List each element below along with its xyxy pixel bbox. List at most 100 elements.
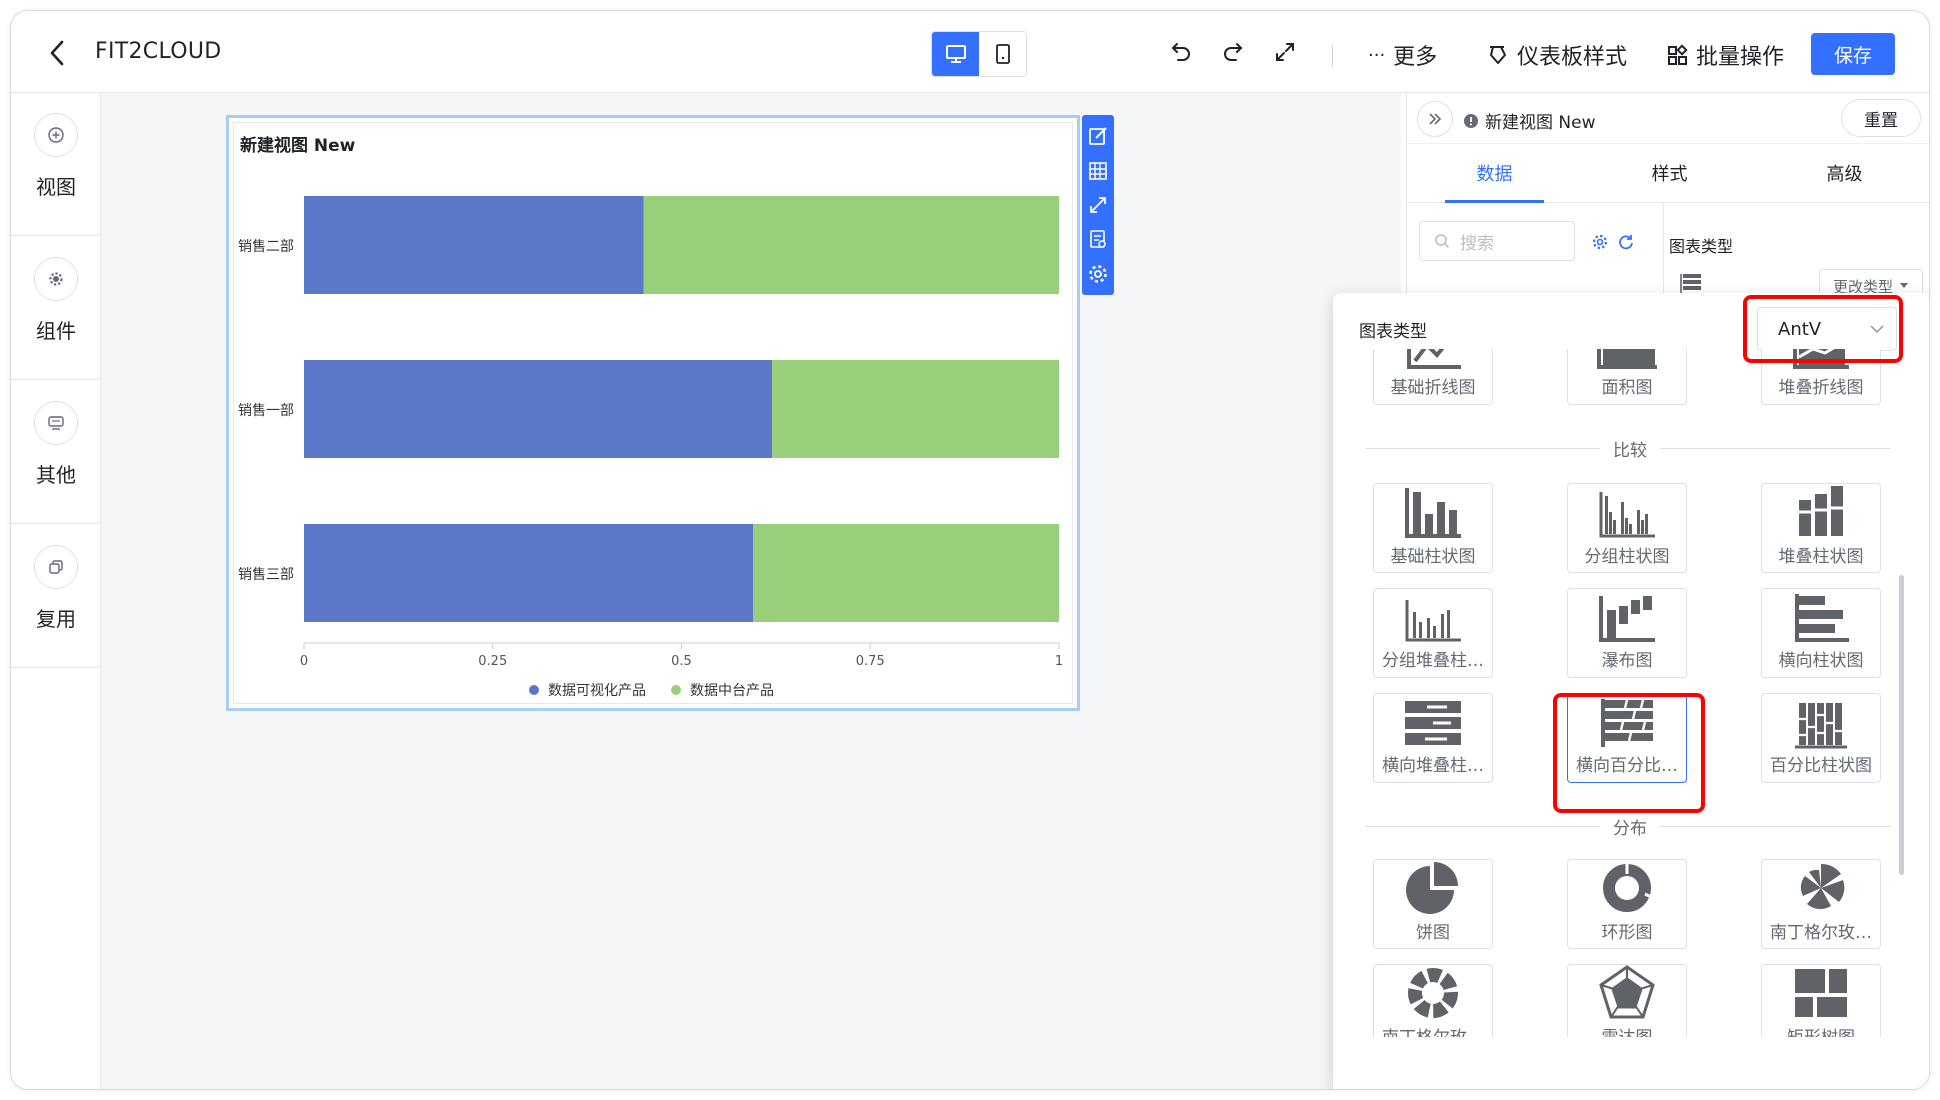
chart-type-label: 基础折线图 <box>1390 378 1476 398</box>
chart-type-treemap[interactable]: 矩形树图 <box>1761 964 1881 1037</box>
search-placeholder: 搜索 <box>1460 233 1494 254</box>
chart-type-label: 矩形树图 <box>1787 1023 1855 1037</box>
chart-type-label: 瀑布图 <box>1601 651 1653 671</box>
horizontal-stacked-bar-icon <box>1405 701 1461 745</box>
chart-type-label: 雷达图 <box>1602 1023 1653 1037</box>
rail-item-view[interactable]: 视图 <box>11 93 101 236</box>
undo-button[interactable] <box>1169 39 1193 63</box>
chart-type-donut[interactable]: 环形图 <box>1567 859 1687 949</box>
chevron-left-icon <box>50 40 64 66</box>
rail-item-reuse[interactable]: 复用 <box>11 525 101 668</box>
dashboard-style-button[interactable]: 仪表板样式 <box>1485 39 1627 71</box>
chart-type-waterfall[interactable]: 瀑布图 <box>1567 588 1687 678</box>
chart-type-grouped-bar[interactable]: 分组柱状图 <box>1567 483 1687 573</box>
chart-type-stacked-line[interactable]: 堆叠折线图 <box>1761 349 1881 405</box>
chart-type-radar[interactable]: 雷达图 <box>1567 964 1687 1037</box>
app-window: FIT2CLOUD ··· 更多 仪表板样式 批量操作 保存 视图 组件 其他 … <box>10 10 1930 1090</box>
expand-icon <box>1276 43 1294 61</box>
stacked-bar-icon <box>1799 486 1843 536</box>
x-tick-label: 0 <box>300 654 308 669</box>
more-button[interactable]: ··· 更多 <box>1368 39 1437 71</box>
x-tick-label: 0.75 <box>856 654 885 669</box>
percent-bar-chart: 销售二部销售一部销售三部 0 0.25 0.5 0.75 1 数据可视化产品 数据中台产品 <box>238 196 1063 699</box>
chart-type-label: 基础柱状图 <box>1390 547 1476 566</box>
chart-library-value: AntV <box>1778 318 1822 340</box>
stacked-line-icon <box>1793 349 1849 369</box>
chart-frame: 新建视图 New 销售二部 销售一部 销售三部 0 0.25 0.5 0.75 1 数据可视化产… <box>233 122 1073 704</box>
chart-type-rose[interactable]: 南丁格尔玫… <box>1761 859 1881 949</box>
field-search-input[interactable]: 搜索 <box>1419 221 1575 261</box>
x-tick-label: 0.25 <box>478 654 507 669</box>
rose-chart-icon <box>1800 863 1845 910</box>
popover-title: 图表类型 <box>1359 322 1427 342</box>
chart-type-pie[interactable]: 饼图 <box>1373 859 1493 949</box>
batch-ops-button[interactable]: 批量操作 <box>1666 39 1784 71</box>
rail-item-component[interactable]: 组件 <box>11 237 101 380</box>
back-button[interactable] <box>39 35 75 71</box>
chart-library-select[interactable]: AntV <box>1757 307 1897 351</box>
view-name-text: 新建视图 New <box>1485 113 1596 133</box>
save-button[interactable]: 保存 <box>1811 33 1895 75</box>
chart-type-popover: 图表类型 AntV 基础折线图 面积图 堆叠折线图 比较 基础柱状图 分组柱状图… <box>1333 293 1929 1089</box>
horizontal-bar-icon <box>1795 594 1849 642</box>
tab-style[interactable]: 样式 <box>1582 144 1757 202</box>
bar-segment <box>304 196 644 294</box>
enlarge-icon[interactable] <box>1086 193 1110 217</box>
tab-data[interactable]: 数据 <box>1407 144 1582 203</box>
chart-type-grouped-stacked-bar[interactable]: 分组堆叠柱… <box>1373 588 1493 678</box>
settings-icon[interactable] <box>1086 262 1110 286</box>
info-icon <box>1464 113 1478 128</box>
chart-type-horizontal-stacked-bar[interactable]: 横向堆叠柱… <box>1373 693 1493 783</box>
chart-type-grid: 基础折线图 面积图 堆叠折线图 比较 基础柱状图 分组柱状图 堆叠柱状图 分组堆… <box>1333 349 1929 1037</box>
brush-icon <box>1490 46 1506 64</box>
collapse-panel-button[interactable] <box>1417 101 1453 137</box>
chart-type-line[interactable]: 基础折线图 <box>1373 349 1493 405</box>
chart-type-label: 横向百分比… <box>1576 756 1678 776</box>
details-icon[interactable] <box>1086 227 1110 251</box>
chart-type-horizontal-percent-bar[interactable]: 横向百分比… <box>1567 693 1687 783</box>
mobile-view-button[interactable] <box>979 32 1026 76</box>
chart-type-bar[interactable]: 基础柱状图 <box>1373 483 1493 573</box>
current-chart-type-icon <box>1680 274 1701 293</box>
chart-type-rose-donut[interactable]: 南丁格尔玫… <box>1373 964 1493 1037</box>
legend-marker <box>529 685 539 695</box>
link-grid-icon[interactable] <box>1086 159 1110 183</box>
x-tick-label: 1 <box>1055 654 1063 669</box>
rail-item-other[interactable]: 其他 <box>11 381 101 524</box>
dataset-settings-icon[interactable] <box>1591 233 1609 251</box>
gear-icon <box>34 257 78 301</box>
toolbar-divider <box>1332 45 1333 67</box>
bar-segment <box>304 524 754 622</box>
bar-chart-icon <box>1405 488 1461 538</box>
batch-ops-label: 批量操作 <box>1696 45 1785 70</box>
chart-type-percent-bar[interactable]: 百分比柱状图 <box>1761 693 1881 783</box>
reset-button[interactable]: 重置 <box>1841 99 1921 137</box>
radar-chart-icon <box>1599 965 1655 1019</box>
chart-type-stacked-bar[interactable]: 堆叠柱状图 <box>1761 483 1881 573</box>
popover-scrollbar[interactable] <box>1899 575 1904 875</box>
panel-header: 新建视图 New 重置 <box>1407 93 1929 143</box>
caret-down-icon <box>1900 283 1908 288</box>
redo-button[interactable] <box>1221 39 1245 63</box>
chevron-down-icon <box>1870 325 1884 334</box>
grouped-stacked-bar-icon <box>1405 600 1461 642</box>
chart-type-label: 环形图 <box>1601 923 1653 942</box>
grid-icon <box>1668 44 1688 65</box>
chart-type-horizontal-bar[interactable]: 横向柱状图 <box>1761 588 1881 678</box>
fullscreen-button[interactable] <box>1274 41 1296 63</box>
chart-component[interactable]: 新建视图 New 销售二部 销售一部 销售三部 0 0.25 0.5 0.75 1 数据可视化产… <box>226 115 1080 711</box>
chart-type-label: 南丁格尔玫… <box>1770 923 1872 942</box>
edit-icon[interactable] <box>1086 124 1110 148</box>
ellipsis-icon: ··· <box>1368 44 1386 66</box>
legend-label: 数据中台产品 <box>690 683 774 699</box>
refresh-icon[interactable] <box>1617 233 1635 251</box>
desktop-view-button[interactable] <box>932 32 979 76</box>
rail-label-reuse: 复用 <box>36 607 76 631</box>
pie-chart-icon <box>1406 862 1458 914</box>
chart-type-area[interactable]: 面积图 <box>1567 349 1687 405</box>
bar-segment <box>753 524 1059 622</box>
chart-type-label: 图表类型 <box>1669 237 1734 256</box>
tab-advanced[interactable]: 高级 <box>1757 144 1929 202</box>
legend-marker <box>671 685 681 695</box>
chart-type-label: 面积图 <box>1601 378 1653 398</box>
